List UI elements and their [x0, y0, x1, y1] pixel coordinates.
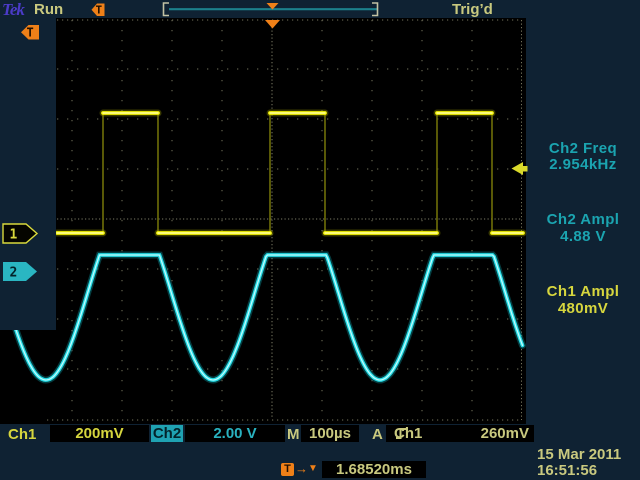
measurement-ch1-ampl-value: 480mV — [528, 301, 638, 317]
measurement-ch2-ampl-value: 4.88 V — [528, 229, 638, 245]
ch2-marker-label: 2 — [10, 266, 18, 281]
record-trigger-letter: T — [96, 4, 103, 17]
ch1-trace — [57, 113, 523, 233]
ch1-trace-glow — [57, 113, 523, 233]
ch1-scale-box[interactable]: 200mV — [50, 425, 149, 442]
trigger-level-value: 260mV — [481, 425, 529, 442]
record-left-bracket — [164, 3, 170, 16]
date-text: 15 Mar 2011 — [537, 446, 621, 463]
record-bar: T — [92, 3, 378, 17]
timebase-box[interactable]: 100µs — [301, 425, 359, 442]
ch2-trace-glow — [14, 255, 523, 380]
rising-edge-icon — [395, 426, 408, 441]
ch1-marker-label: 1 — [10, 228, 18, 243]
measurement-ch2-freq-label: Ch2 Freq — [528, 141, 638, 157]
ch2-selected-tab[interactable]: Ch2 — [151, 425, 183, 442]
delay-readout-box[interactable]: 1.68520ms — [322, 461, 426, 478]
trigger-position-icon[interactable] — [265, 20, 280, 29]
ch1-trace-core — [57, 113, 523, 233]
measurement-ch1-ampl-label: Ch1 Ampl — [528, 284, 638, 300]
ch2-scale-box[interactable]: 2.00 V — [185, 425, 285, 442]
trigger-level-icon[interactable] — [512, 162, 528, 175]
measurement-ch2-freq-value: 2.954kHz — [528, 157, 638, 173]
grid — [47, 20, 522, 420]
left-margin-panel — [0, 18, 56, 330]
trigger-a-label: A — [372, 427, 383, 443]
delay-marker-icon: ▼ — [308, 463, 318, 474]
delay-arrow-icon: → — [295, 461, 308, 476]
time-text: 16:51:56 — [537, 462, 597, 479]
ch1-label: Ch1 — [8, 427, 36, 443]
ch1-trace-edges — [103, 113, 492, 233]
delay-trigger-icon: T — [281, 463, 294, 476]
timebase-label: M — [287, 427, 300, 443]
measurement-ch2-ampl-label: Ch2 Ampl — [528, 212, 638, 228]
oscilloscope-screen: Tek Run Trig’d T — [0, 0, 640, 480]
trigger-info-box[interactable]: Ch1 260mV — [386, 425, 534, 442]
trigger-flag-letter: T — [27, 26, 34, 40]
